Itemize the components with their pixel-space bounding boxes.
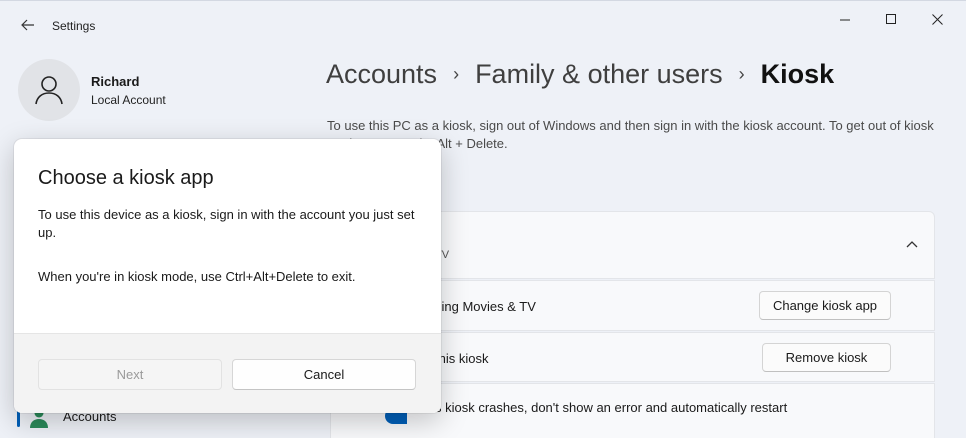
remove-kiosk-button[interactable]: Remove kiosk [762,343,891,372]
app-title: Settings [52,19,96,33]
close-window-button[interactable] [914,7,960,31]
avatar [18,59,80,121]
user-account-type: Local Account [91,93,166,107]
chevron-right-icon: › [738,64,745,84]
auto-restart-row-text: s kiosk crashes, don't show an error and… [435,400,788,415]
dialog-footer: Next Cancel [14,333,441,413]
kiosk-app-row-text: sing Movies & TV [435,299,536,314]
back-arrow-icon [21,19,34,31]
title-bar: Settings [0,1,966,45]
breadcrumb-family-other-users[interactable]: Family & other users [475,59,723,90]
minimize-button[interactable] [822,7,868,31]
breadcrumb-accounts[interactable]: Accounts [326,59,437,90]
chevron-right-icon: › [453,64,460,84]
remove-kiosk-row-text: this kiosk [435,351,489,366]
dialog-body-text: To use this device as a kiosk, sign in w… [38,207,415,240]
back-button[interactable] [14,13,42,37]
settings-window: Settings Richard Local Account Accounts … [0,0,966,438]
maximize-icon [885,13,896,24]
close-icon [931,13,943,25]
next-button[interactable]: Next [38,359,222,390]
person-icon [35,76,63,105]
page-title: Kiosk [760,59,835,89]
breadcrumb: Accounts › Family & other users › Kiosk [326,59,834,90]
change-kiosk-app-button[interactable]: Change kiosk app [759,291,891,320]
user-name: Richard [91,74,140,89]
cancel-button[interactable]: Cancel [232,359,416,390]
dialog-title: Choose a kiosk app [38,167,214,189]
dialog-exit-hint: When you're in kiosk mode, use Ctrl+Alt+… [38,269,356,284]
choose-kiosk-app-dialog: Choose a kiosk app To use this device as… [14,139,441,413]
maximize-button[interactable] [868,7,914,31]
chevron-up-icon[interactable] [906,240,918,248]
minimize-icon [839,19,850,20]
